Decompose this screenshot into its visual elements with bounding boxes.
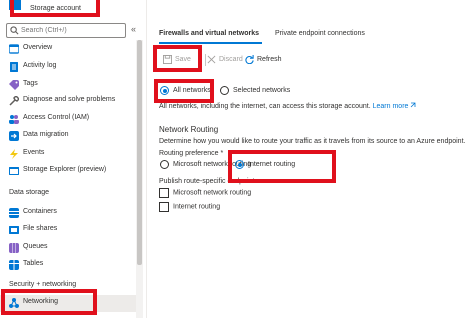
wrench-icon xyxy=(9,96,19,106)
active-tab-indicator xyxy=(159,42,262,44)
sidebar-item-label: Queues xyxy=(23,243,48,250)
routing-preference-label: Routing preference * xyxy=(159,150,224,157)
learn-more-link[interactable]: Learn more xyxy=(373,103,409,110)
sidebar-item-networking[interactable]: Networking xyxy=(0,295,136,312)
tables-icon xyxy=(9,260,19,270)
sidebar-item-containers[interactable]: Containers xyxy=(0,205,136,220)
tab-firewalls[interactable]: Firewalls and virtual networks xyxy=(159,30,259,37)
radio-button-selected[interactable] xyxy=(160,86,169,95)
sidebar-item-label: Tables xyxy=(23,260,44,267)
save-button[interactable]: Save xyxy=(163,55,191,67)
sidebar-item-tables[interactable]: Tables xyxy=(0,257,136,272)
azure-portal-page: Storage account « Overview Activity log … xyxy=(0,0,474,318)
sidebar-item-label: File shares xyxy=(23,225,58,232)
close-icon xyxy=(207,55,216,64)
storage-account-icon xyxy=(9,0,21,10)
overview-icon xyxy=(9,44,19,54)
checkbox-box[interactable] xyxy=(159,202,169,212)
sidebar-item-label: Containers xyxy=(23,208,57,215)
radio-selected-networks[interactable]: Selected networks xyxy=(220,86,290,98)
sidebar-scroll-thumb[interactable] xyxy=(137,40,142,265)
radio-internet-routing[interactable]: Internet routing xyxy=(235,160,295,172)
sidebar-item-label: Data migration xyxy=(23,131,69,138)
refresh-button[interactable]: Refresh xyxy=(245,55,282,67)
toolbar-separator xyxy=(205,54,206,66)
sidebar-item-label: Diagnose and solve problems xyxy=(23,96,116,103)
access-info-text: All networks, including the internet, ca… xyxy=(159,102,416,110)
publish-endpoints-label: Publish route-specific endpoints xyxy=(159,178,258,185)
sidebar-item-data-migration[interactable]: Data migration xyxy=(0,128,136,143)
save-icon xyxy=(163,55,172,64)
lightning-icon xyxy=(10,149,18,159)
sidebar-item-tags[interactable]: Tags xyxy=(0,77,136,92)
file-shares-icon xyxy=(9,226,19,234)
tag-icon xyxy=(9,80,19,90)
section-header-security: Security + networking xyxy=(9,281,77,288)
external-link-icon xyxy=(411,102,416,108)
sidebar-item-diagnose[interactable]: Diagnose and solve problems xyxy=(0,93,136,108)
section-header-data-storage: Data storage xyxy=(9,189,50,196)
sidebar-item-label: Overview xyxy=(23,44,53,51)
sidebar-item-label: Events xyxy=(23,149,45,156)
refresh-icon xyxy=(245,55,254,64)
migration-icon xyxy=(9,131,19,141)
sidebar-item-storage-explorer[interactable]: Storage Explorer (preview) xyxy=(0,163,136,178)
sidebar-item-iam[interactable]: Access Control (IAM) xyxy=(0,111,136,126)
explorer-icon xyxy=(9,167,19,175)
sidebar-item-label: Access Control (IAM) xyxy=(23,114,90,121)
tab-private-endpoints[interactable]: Private endpoint connections xyxy=(275,30,365,37)
sidebar-item-file-shares[interactable]: File shares xyxy=(0,222,136,237)
sidebar-item-queues[interactable]: Queues xyxy=(0,240,136,255)
discard-button[interactable]: Discard xyxy=(207,55,243,67)
sidebar-divider xyxy=(146,0,147,318)
network-routing-description: Determine how you would like to route yo… xyxy=(159,138,466,145)
radio-button[interactable] xyxy=(220,86,229,95)
search-icon xyxy=(10,26,19,35)
people-icon xyxy=(9,115,19,124)
network-routing-title: Network Routing xyxy=(159,125,219,134)
activity-log-icon xyxy=(10,62,18,72)
sidebar-item-label: Networking xyxy=(23,298,59,305)
resource-menu: Storage account « Overview Activity log … xyxy=(0,0,146,318)
radio-button-selected[interactable] xyxy=(235,160,244,169)
containers-icon xyxy=(9,208,19,218)
checkbox-box[interactable] xyxy=(159,188,169,198)
resource-type-label: Storage account xyxy=(30,5,81,12)
sidebar-item-overview[interactable]: Overview xyxy=(0,41,136,56)
sidebar-item-label: Tags xyxy=(23,80,38,87)
collapse-menu-icon[interactable]: « xyxy=(131,24,136,34)
radio-all-networks[interactable]: All networks xyxy=(160,86,211,98)
sidebar-item-events[interactable]: Events xyxy=(0,146,136,161)
queues-icon xyxy=(9,243,19,253)
menu-search-input[interactable] xyxy=(21,25,121,36)
sidebar-item-label: Activity log xyxy=(23,62,57,69)
sidebar-item-activity-log[interactable]: Activity log xyxy=(0,59,136,74)
sidebar-item-label: Storage Explorer (preview) xyxy=(23,166,107,173)
menu-search-box[interactable] xyxy=(6,23,126,38)
radio-button[interactable] xyxy=(160,160,169,169)
checkbox-publish-internet[interactable]: Internet routing xyxy=(159,202,220,214)
networking-icon xyxy=(9,298,19,308)
checkbox-publish-microsoft[interactable]: Microsoft network routing xyxy=(159,188,251,200)
